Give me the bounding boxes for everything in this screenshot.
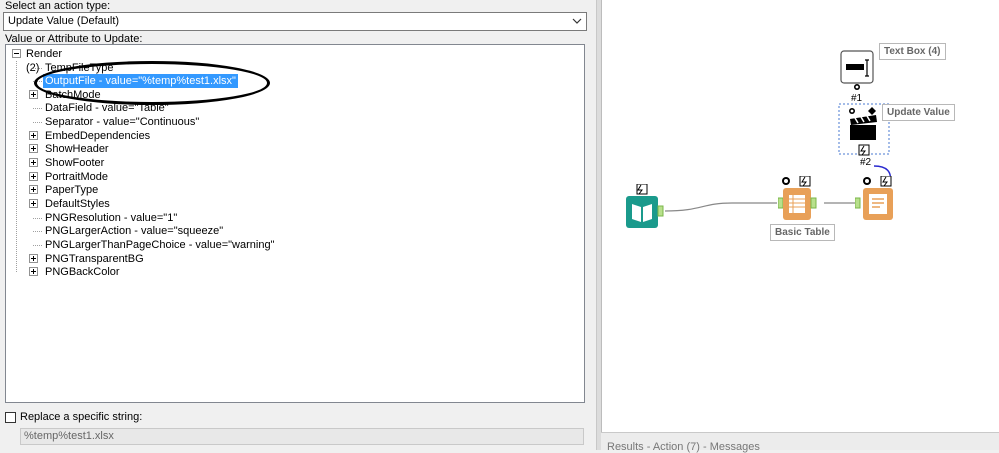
text-box-tool[interactable] xyxy=(840,50,876,93)
action-config-panel: Select an action type: Update Value (Def… xyxy=(0,0,596,450)
expand-icon[interactable] xyxy=(29,131,38,140)
tree-item-label: Separator - value="Continuous" xyxy=(45,116,200,128)
expand-icon[interactable] xyxy=(29,267,38,276)
action-type-select[interactable]: Update Value (Default) xyxy=(3,12,587,31)
action-type-label: Select an action type: xyxy=(5,0,111,12)
tree-guide-line xyxy=(16,61,17,272)
render-tool-icon xyxy=(854,175,893,220)
attribute-tree[interactable]: Render (2) TempFileType OutputFile - val… xyxy=(5,44,585,403)
tree-item-label: ShowFooter xyxy=(45,157,105,169)
tree-item-label: OutputFile - value="%temp%test1.xlsx" xyxy=(43,74,238,88)
replace-string-checkbox[interactable] xyxy=(5,412,16,423)
basic-table-tool[interactable] xyxy=(777,175,826,225)
render-tool[interactable] xyxy=(854,175,899,225)
connection-number-2: #2 xyxy=(860,157,872,168)
tree-item-label: EmbedDependencies xyxy=(45,130,151,142)
tree-item-label: DefaultStyles xyxy=(45,198,110,210)
book-input-icon xyxy=(626,183,664,228)
expand-icon[interactable] xyxy=(29,172,38,181)
tree-item-label: PNGTransparentBG xyxy=(45,253,144,265)
tree-connector xyxy=(33,81,42,82)
tree-connector xyxy=(33,122,42,123)
input-data-tool[interactable] xyxy=(624,183,664,233)
expand-icon[interactable] xyxy=(29,90,38,99)
expand-icon[interactable] xyxy=(29,158,38,167)
tree-item-label: PNGLargerThanPageChoice - value="warning… xyxy=(45,239,275,251)
table-tool-icon xyxy=(777,175,817,220)
textbox-tool-icon xyxy=(840,50,874,90)
tree-item-label: PortraitMode xyxy=(45,171,108,183)
tree-item-label: DataField - value="Table" xyxy=(45,102,169,114)
update-value-label: Update Value xyxy=(882,104,955,121)
workflow-canvas[interactable]: Basic Table Text Box (4) #1 Update Value… xyxy=(601,0,999,432)
expand-icon[interactable] xyxy=(29,254,38,263)
tree-item-label: TempFileType xyxy=(45,62,114,74)
tree-item-label: PaperType xyxy=(45,184,99,196)
tree-item-label: PNGLargerAction - value="squeeze" xyxy=(45,225,224,237)
tree-connector xyxy=(33,245,42,246)
tree-connector xyxy=(33,231,42,232)
tree-item-label: ShowHeader xyxy=(45,143,109,155)
chevron-down-icon xyxy=(572,18,582,24)
expand-icon[interactable] xyxy=(29,185,38,194)
tree-item-label: PNGResolution - value="1" xyxy=(45,212,178,224)
expand-icon[interactable] xyxy=(29,144,38,153)
tree-connector xyxy=(33,68,42,69)
tree-connector xyxy=(33,218,42,219)
replace-string-label: Replace a specific string: xyxy=(20,411,143,423)
text-box-label: Text Box (4) xyxy=(879,43,946,60)
expand-icon[interactable] xyxy=(29,199,38,208)
basic-table-label: Basic Table xyxy=(770,224,835,241)
replace-string-input[interactable]: %temp%test1.xlsx xyxy=(20,428,584,445)
action-type-value: Update Value (Default) xyxy=(8,15,120,27)
tree-connector xyxy=(33,108,42,109)
tree-item-label: BatchMode xyxy=(45,89,101,101)
collapse-icon[interactable] xyxy=(12,49,21,58)
results-bar[interactable]: Results - Action (7) - Messages xyxy=(601,432,999,453)
tree-item-label: PNGBackColor xyxy=(45,266,120,278)
